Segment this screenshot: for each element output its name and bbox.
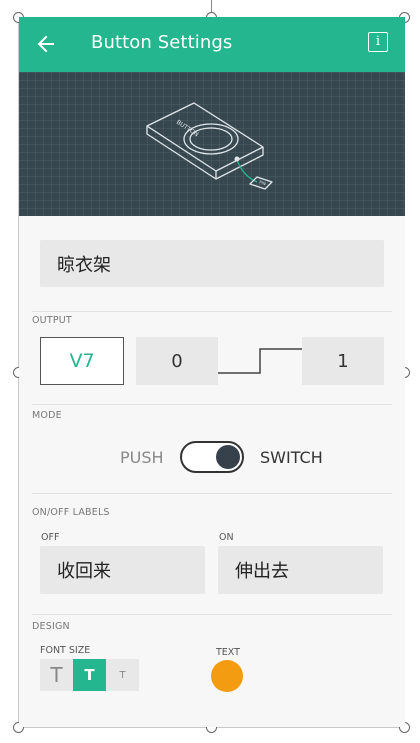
mode-toggle-switch[interactable]: [180, 441, 244, 473]
page-title: Button Settings: [91, 32, 233, 53]
divider: [32, 493, 392, 494]
on-label-field[interactable]: 伸出去: [218, 546, 383, 594]
font-size-small-button[interactable]: T: [106, 659, 139, 691]
labels-section-label: ON/OFF LABELS: [32, 507, 110, 518]
widget-preview: BUTTON PIN: [19, 72, 405, 216]
font-size-selector: T T T: [40, 659, 139, 691]
output-pin-select[interactable]: V7: [40, 337, 124, 385]
text-color-caption: TEXT: [216, 647, 240, 658]
divider: [32, 404, 392, 405]
output-range-wave-icon: [218, 348, 303, 374]
text-color-swatch[interactable]: [211, 660, 243, 692]
font-size-medium-button[interactable]: T: [73, 659, 106, 691]
on-caption: ON: [219, 532, 234, 543]
button-settings-panel: Button Settings i BUTTON PIN 晾衣架 OUTPUT …: [19, 17, 405, 727]
output-high-value[interactable]: 1: [302, 337, 384, 385]
off-label-field[interactable]: 收回来: [40, 546, 205, 594]
device-label: BUTTON: [175, 119, 200, 138]
info-icon[interactable]: i: [368, 32, 388, 52]
divider: [32, 311, 392, 312]
mode-switch-label[interactable]: SWITCH: [260, 448, 323, 467]
font-size-caption: FONT SIZE: [40, 645, 91, 656]
button-widget-illustration: BUTTON PIN: [146, 102, 273, 190]
divider: [32, 614, 392, 615]
toggle-knob: [216, 445, 240, 469]
pin-label: PIN: [259, 179, 267, 186]
mode-push-label[interactable]: PUSH: [120, 448, 164, 467]
design-section-label: DESIGN: [32, 621, 70, 632]
header-bar: Button Settings i: [19, 17, 405, 72]
off-caption: OFF: [41, 532, 60, 543]
output-low-value[interactable]: 0: [136, 337, 218, 385]
font-size-large-button[interactable]: T: [40, 659, 73, 691]
output-section-label: OUTPUT: [32, 315, 72, 326]
widget-name-field[interactable]: 晾衣架: [40, 240, 384, 287]
mode-section-label: MODE: [32, 410, 62, 421]
arrow-left-icon[interactable]: [37, 33, 55, 55]
